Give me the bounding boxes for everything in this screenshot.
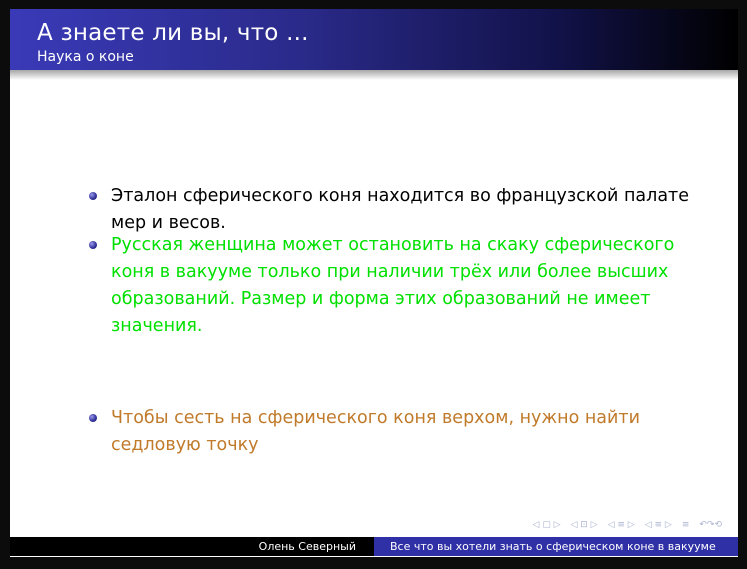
slide-subtitle: Наука о коне [37,49,134,65]
navigation-bar: ◁ ▢ ▷ ◁ ⊡ ▷ ◁ ≡ ▷ ◁ ≡ ▷ ≡ ↶↷⟲ [532,519,728,531]
bullet-icon [89,192,97,200]
bullet-icon [89,414,97,422]
nav-doc-icon[interactable]: ≡ [682,520,690,530]
nav-subsection-icon[interactable]: ◁ ⊡ ▷ [571,520,598,530]
nav-section-icon[interactable]: ◁ ≡ ▷ [608,520,635,530]
slide-header: А знаете ли вы, что ... Наука о коне [10,9,738,70]
list-item-text: Эталон сферического коня находится во фр… [111,186,690,233]
nav-frame-icon[interactable]: ◁ ▢ ▷ [532,520,560,530]
slide-footer: Олень Северный Все что вы хотели знать о… [10,537,738,556]
list-item: Чтобы сесть на сферического коня верхом,… [89,405,689,459]
list-item-text: Русская женщина может остановить на скак… [111,235,675,336]
footer-author: Олень Северный [10,537,374,556]
nav-search-icon[interactable]: ↶↷⟲ [699,520,722,530]
list-item: Эталон сферического коня находится во фр… [89,183,689,237]
list-item: Русская женщина может остановить на скак… [89,232,689,340]
header-shadow [10,70,738,80]
list-item-text: Чтобы сесть на сферического коня верхом,… [111,408,640,455]
bullet-icon [89,241,97,249]
slide: А знаете ли вы, что ... Наука о коне Эта… [10,9,738,557]
slide-title: А знаете ли вы, что ... [37,20,309,46]
nav-section-icon[interactable]: ◁ ≡ ▷ [645,520,672,530]
footer-title: Все что вы хотели знать о сферическом ко… [374,537,738,556]
